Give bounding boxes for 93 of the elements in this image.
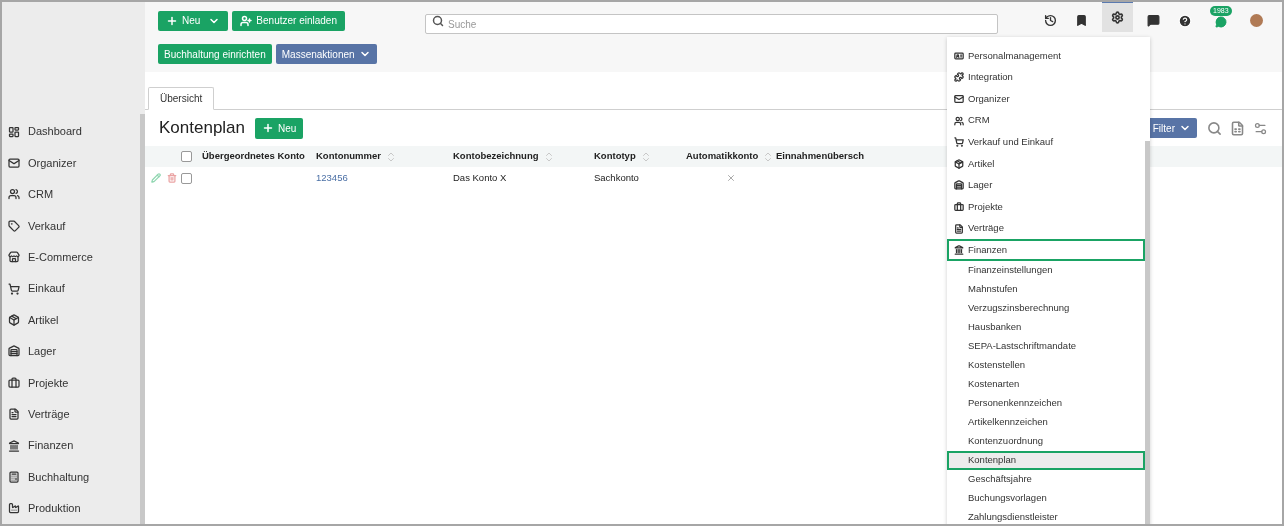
people-icon xyxy=(8,188,20,201)
sidebar-item[interactable]: Artikel xyxy=(2,304,140,336)
menu-item[interactable]: Projekte xyxy=(947,196,1145,218)
store-icon xyxy=(8,251,20,264)
sidebar-item[interactable]: Organizer xyxy=(2,147,140,179)
menu-item[interactable]: Lager xyxy=(947,174,1145,197)
menu-item[interactable]: Kostenstellen xyxy=(947,355,1145,375)
sidebar-item[interactable]: CRM xyxy=(2,178,140,211)
menu-item[interactable]: Kostenarten xyxy=(947,374,1145,394)
list-settings-icon[interactable] xyxy=(1253,120,1268,136)
cart-icon xyxy=(954,137,964,148)
sidebar-item[interactable]: Buchhaltung xyxy=(2,461,140,493)
id-card-icon xyxy=(954,50,964,61)
sidebar-item[interactable]: Produktion xyxy=(2,492,140,524)
sidebar-item[interactable]: Lager xyxy=(2,335,140,368)
search-icon[interactable] xyxy=(1207,120,1222,136)
puzzle-icon xyxy=(954,72,964,83)
briefcase-icon xyxy=(954,201,964,212)
menu-item[interactable]: Geschäftsjahre xyxy=(947,469,1145,489)
sidebar-item[interactable]: Finanzen xyxy=(2,429,140,462)
sidebar-item[interactable]: Verkauf xyxy=(2,210,140,242)
menu-item[interactable]: Organizer xyxy=(947,88,1145,110)
sidebar-item[interactable]: Dashboard xyxy=(2,116,140,148)
briefcase-icon xyxy=(8,376,20,389)
box-icon xyxy=(954,158,964,169)
bank-icon xyxy=(8,439,20,452)
bulk-actions-button[interactable]: Massenaktionen xyxy=(275,44,377,64)
menu-item[interactable]: Zahlungsdienstleister xyxy=(947,507,1145,524)
menu-item[interactable]: Kontenzuordnung xyxy=(947,431,1145,451)
menu-item[interactable]: Finanzeinstellungen xyxy=(947,260,1145,280)
help-icon[interactable] xyxy=(1178,13,1192,28)
menu-item[interactable]: Verträge xyxy=(947,217,1145,240)
menu-item[interactable]: Mahnstufen xyxy=(947,279,1145,299)
warehouse-icon xyxy=(8,345,20,358)
menu-item[interactable]: Personalmanagement xyxy=(947,45,1145,67)
menu-item[interactable]: SEPA-Lastschriftmandate xyxy=(947,336,1145,356)
envelope-icon xyxy=(8,157,20,170)
calculator-icon xyxy=(8,471,20,483)
tag-icon xyxy=(8,219,20,232)
scrollbar[interactable] xyxy=(1145,141,1150,524)
page-title: Kontenplan xyxy=(159,117,246,140)
column-header[interactable]: Übergeordnetes Konto xyxy=(202,149,305,164)
settings-icon xyxy=(1111,10,1124,24)
tab[interactable]: Übersicht xyxy=(148,87,215,110)
box-icon xyxy=(8,314,20,327)
sidebar-item[interactable]: E-Commerce xyxy=(2,241,140,273)
menu-item[interactable]: Verzugszinsberechnung xyxy=(947,298,1145,318)
user-plus-icon xyxy=(240,14,253,27)
bank-icon xyxy=(954,245,964,256)
menu-item[interactable]: Personenkennzeichen xyxy=(947,393,1145,413)
column-header[interactable]: Kontotyp xyxy=(594,149,636,164)
menu-item[interactable]: Hausbanken xyxy=(947,317,1145,337)
spreadsheet-icon[interactable] xyxy=(1230,120,1245,136)
people-icon xyxy=(954,115,964,126)
cart-icon xyxy=(8,282,20,295)
sidebar-item[interactable]: Einkauf xyxy=(2,272,140,305)
menu-item[interactable]: Buchungsvorlagen xyxy=(947,488,1145,508)
column-header[interactable]: Kontonummer xyxy=(316,149,381,164)
dashboard-icon xyxy=(8,125,20,138)
sidebar-item[interactable]: Verträge xyxy=(2,398,140,430)
table-cell: Sachkonto xyxy=(594,171,639,183)
bookmark-icon[interactable] xyxy=(1075,14,1088,27)
menu-item[interactable]: Kontenplan xyxy=(947,450,1145,470)
account-number-link[interactable]: 123456 xyxy=(316,171,348,183)
checkbox[interactable] xyxy=(181,151,192,162)
document-icon xyxy=(8,408,20,421)
trash-icon[interactable] xyxy=(167,173,177,183)
history-icon[interactable] xyxy=(1044,14,1057,27)
warehouse-icon xyxy=(954,180,964,191)
avatar[interactable] xyxy=(1250,14,1263,27)
menu-item[interactable]: Finanzen xyxy=(947,239,1145,261)
cross-icon xyxy=(726,173,736,183)
checkbox[interactable] xyxy=(181,172,192,184)
search-icon xyxy=(432,14,444,27)
column-header[interactable]: Automatikkonto xyxy=(686,149,759,164)
column-header[interactable]: Einnahmenübersch xyxy=(776,149,865,164)
column-header[interactable]: Kontobezeichnung xyxy=(453,149,539,164)
document-icon xyxy=(954,223,964,234)
factory-icon xyxy=(8,502,20,515)
plus-icon xyxy=(262,122,275,134)
plus-icon xyxy=(166,14,178,27)
sidebar-item[interactable]: Projekte xyxy=(2,367,140,399)
menu-item[interactable]: Artikelkennzeichen xyxy=(947,412,1145,432)
menu-item[interactable]: Artikel xyxy=(947,152,1145,175)
notification-icon[interactable] xyxy=(1215,15,1227,28)
chat-icon[interactable] xyxy=(1147,14,1160,27)
settings-button[interactable] xyxy=(1102,2,1133,32)
menu-item[interactable]: Integration xyxy=(947,66,1145,89)
table-cell: Das Konto X xyxy=(453,171,507,183)
edit-icon[interactable] xyxy=(151,173,161,183)
envelope-icon xyxy=(954,94,964,104)
scrollbar[interactable] xyxy=(140,114,145,524)
search-field[interactable]: Suche xyxy=(425,14,998,34)
